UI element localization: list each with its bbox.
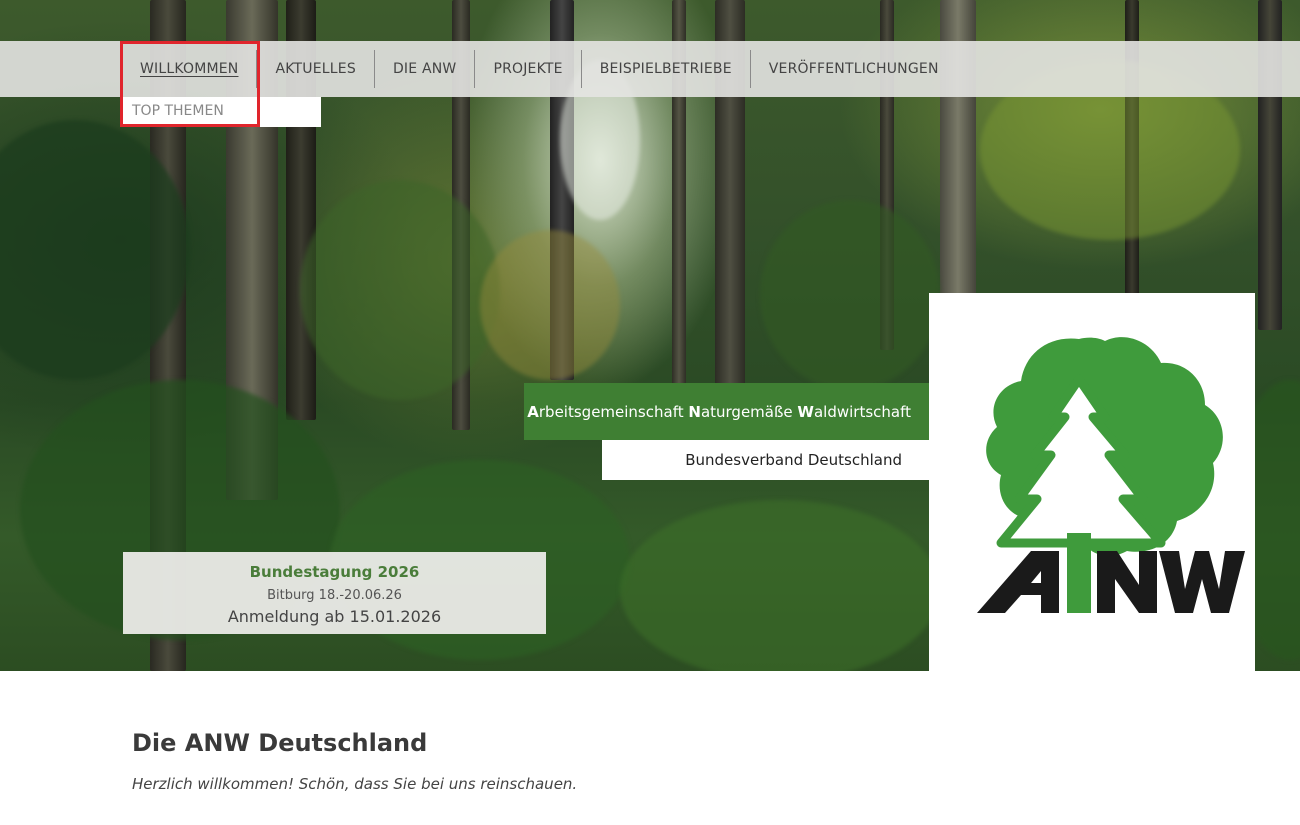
event-place-date: Bitburg 18.-20.06.26: [267, 588, 402, 603]
tagline-text-3: aldwirtschaft: [813, 402, 911, 421]
tagline-initial-n: N: [688, 402, 701, 421]
tagline-banner: Arbeitsgemeinschaft Naturgemäße Waldwirt…: [524, 383, 929, 440]
tagline-initial-w: W: [797, 402, 814, 421]
letter-a-shape: [977, 551, 1059, 613]
anw-logo-graphic: [977, 337, 1245, 613]
event-registration: Anmeldung ab 15.01.2026: [227, 607, 442, 626]
letter-n-shape: [1097, 551, 1157, 613]
tagline-text-2: aturgemäße: [700, 402, 798, 421]
tagline-initial-a: A: [527, 402, 539, 421]
event-teaser[interactable]: Bundestagung 2026 Bitburg 18.-20.06.26 A…: [123, 552, 546, 634]
letter-w-shape: [1159, 551, 1245, 613]
fir-trunk-shape: [1067, 533, 1091, 613]
submenu-item-top-themen[interactable]: TOP THEMEN: [132, 103, 224, 119]
nav-item-aktuelles[interactable]: AKTUELLES: [256, 50, 373, 88]
nav-item-beispielbetriebe[interactable]: BEISPIELBETRIEBE: [580, 50, 750, 88]
willkommen-submenu: TOP THEMEN: [122, 97, 321, 127]
main-navigation: WILLKOMMEN AKTUELLES DIE ANW PROJEKTE BE…: [0, 41, 1300, 97]
nav-item-projekte[interactable]: PROJEKTE: [474, 50, 580, 88]
nav-items: WILLKOMMEN AKTUELLES DIE ANW PROJEKTE BE…: [122, 41, 957, 97]
event-title[interactable]: Bundestagung 2026: [123, 563, 546, 581]
nav-item-die-anw[interactable]: DIE ANW: [373, 50, 475, 88]
anw-logo[interactable]: [929, 293, 1255, 671]
welcome-text: Herzlich willkommen! Schön, dass Sie bei…: [132, 775, 578, 793]
tagline-text-1: rbeitsgemeinschaft: [538, 402, 689, 421]
page-title: Die ANW Deutschland: [132, 729, 428, 757]
tagline-subline: Bundesverband Deutschland: [602, 440, 929, 480]
nav-item-veroeffentlichungen[interactable]: VERÖFFENTLICHUNGEN: [749, 50, 957, 88]
nav-item-willkommen[interactable]: WILLKOMMEN: [122, 50, 256, 88]
